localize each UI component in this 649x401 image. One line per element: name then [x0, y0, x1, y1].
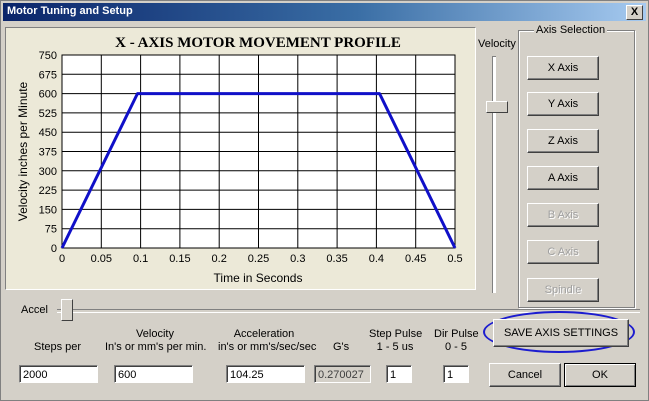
y-tick-label: 600 — [39, 89, 57, 101]
velocity-field[interactable]: 600 — [114, 365, 193, 383]
x-tick-label: 0.2 — [212, 253, 227, 265]
x-tick-label: 0.3 — [290, 253, 305, 265]
x-tick-label: 0.05 — [91, 253, 112, 265]
velocity-label: Velocity — [136, 328, 174, 340]
axis-button-spindle[interactable]: Spindle — [527, 278, 599, 302]
dir-pulse-label: Dir Pulse — [434, 328, 479, 340]
y-tick-label: 225 — [39, 185, 57, 197]
steps-per-label: Steps per — [34, 341, 82, 353]
chart-title: X - AXIS MOTOR MOVEMENT PROFILE — [115, 35, 401, 51]
x-tick-label: 0.25 — [248, 253, 269, 265]
dir-pulse-range-label: 0 - 5 — [444, 341, 467, 353]
x-tick-label: 0.15 — [169, 253, 190, 265]
acceleration-label: Acceleration — [233, 328, 295, 340]
x-tick-label: 0.1 — [133, 253, 148, 265]
gs-readout: 0.270027 — [314, 365, 371, 383]
axis-selection-title: Axis Selection — [534, 24, 608, 36]
chart-svg: 0 0.05 0.1 0.15 0.2 0.25 0.3 0.35 0.4 0.45 0.5 0 75 1… — [16, 35, 463, 285]
y-tick-label: 75 — [45, 224, 57, 236]
accel-slider-thumb[interactable] — [61, 299, 73, 321]
step-pulse-field[interactable]: 1 — [386, 365, 412, 383]
y-tick-label: 300 — [39, 166, 57, 178]
y-tick-label: 450 — [39, 127, 57, 139]
velocity-slider-track[interactable] — [492, 56, 496, 293]
x-tick-label: 0 — [59, 253, 65, 265]
axis-button-c-axis[interactable]: C Axis — [527, 240, 599, 264]
y-tick-label: 750 — [39, 50, 57, 62]
y-tick-label: 525 — [39, 108, 57, 120]
window-title: Motor Tuning and Setup — [7, 5, 133, 17]
velocity-units-label: In's or mm's per min. — [105, 341, 207, 353]
close-icon: X — [630, 6, 639, 18]
close-button[interactable]: X — [626, 5, 643, 20]
y-tick-label: 0 — [51, 243, 57, 255]
axis-button-x-axis[interactable]: X Axis — [527, 56, 599, 80]
x-axis-label: Time in Seconds — [214, 271, 303, 285]
y-tick-label: 150 — [39, 204, 57, 216]
gs-label: G's — [333, 341, 350, 353]
velocity-slider-thumb[interactable] — [486, 101, 508, 113]
ok-button[interactable]: OK — [564, 363, 636, 387]
movement-profile-chart: 0 0.05 0.1 0.15 0.2 0.25 0.3 0.35 0.4 0.45 0.5 0 75 1… — [5, 27, 476, 290]
dir-pulse-field[interactable]: 1 — [443, 365, 469, 383]
cancel-button[interactable]: Cancel — [489, 363, 561, 387]
axis-button-a-axis[interactable]: A Axis — [527, 166, 599, 190]
x-tick-label: 0.4 — [369, 253, 384, 265]
y-tick-label: 375 — [39, 147, 57, 159]
step-pulse-label: Step Pulse — [369, 328, 423, 340]
axis-button-b-axis[interactable]: B Axis — [527, 203, 599, 227]
velocity-slider-label: Velocity — [478, 38, 516, 50]
step-pulse-range-label: 1 - 5 us — [376, 341, 414, 353]
y-axis-label: Velocity inches per Minute — [16, 81, 30, 221]
accel-slider-label: Accel — [21, 304, 48, 316]
axis-button-z-axis[interactable]: Z Axis — [527, 129, 599, 153]
title-bar: Motor Tuning and Setup X — [3, 3, 646, 21]
acceleration-units-label: in's or mm's/sec/sec — [218, 341, 317, 353]
save-axis-settings-button[interactable]: SAVE AXIS SETTINGS — [493, 319, 629, 347]
acceleration-field[interactable]: 104.25 — [226, 365, 305, 383]
y-tick-label: 675 — [39, 69, 57, 81]
axis-button-y-axis[interactable]: Y Axis — [527, 92, 599, 116]
x-tick-label: 0.35 — [326, 253, 347, 265]
steps-per-field[interactable]: 2000 — [19, 365, 98, 383]
x-tick-label: 0.45 — [405, 253, 426, 265]
x-tick-label: 0.5 — [447, 253, 462, 265]
